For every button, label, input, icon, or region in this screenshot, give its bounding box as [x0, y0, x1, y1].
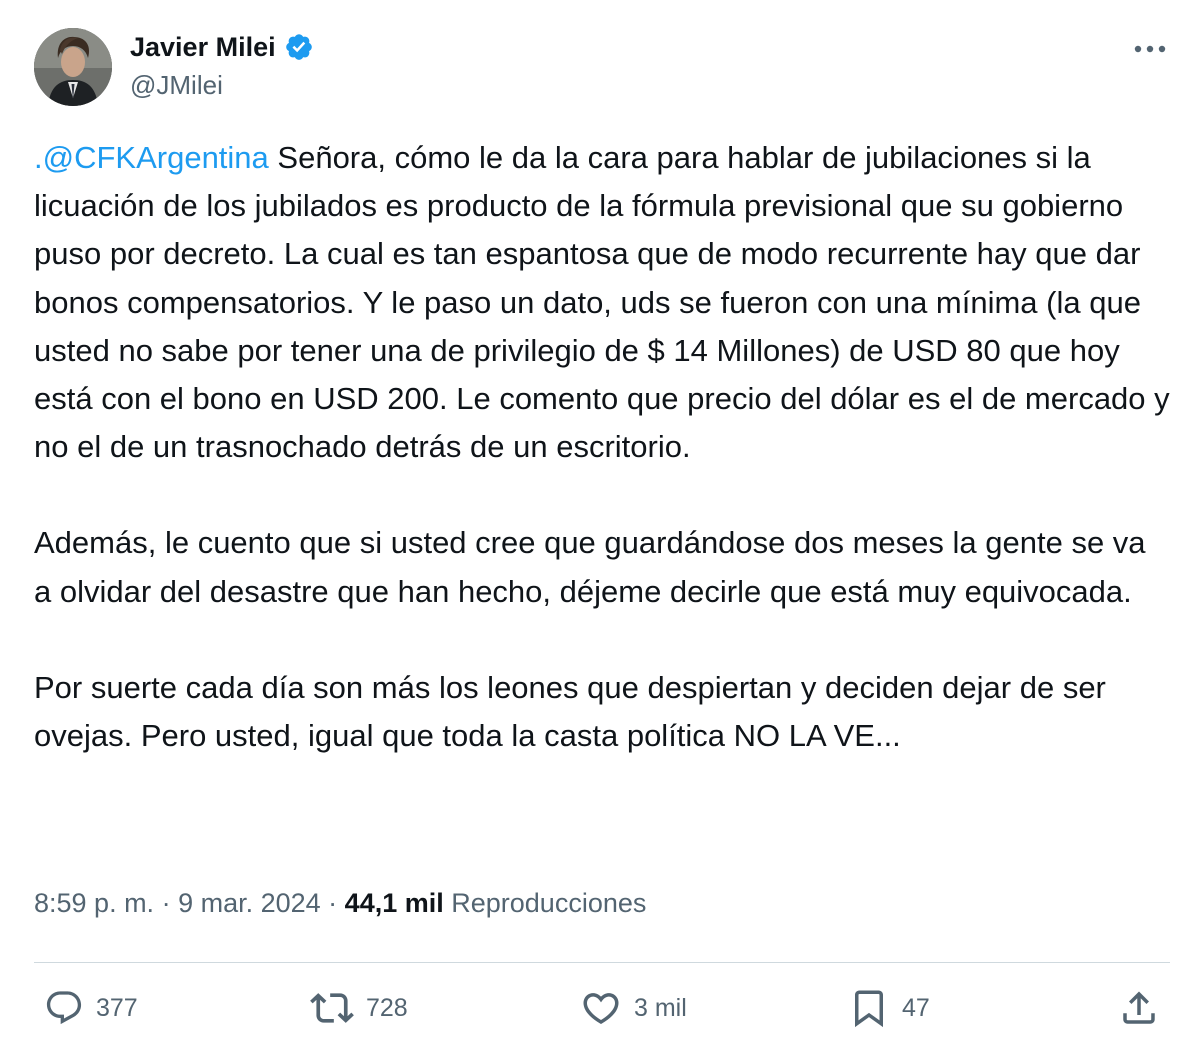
- more-options-button[interactable]: [1130, 34, 1170, 64]
- tweet-paragraph-1-text: Señora, cómo le da la cara para hablar d…: [34, 140, 1170, 465]
- views-count: 44,1 mil: [344, 888, 444, 918]
- avatar[interactable]: [34, 28, 112, 106]
- display-name-row: Javier Milei: [130, 28, 314, 66]
- more-options-icon: [1134, 45, 1166, 53]
- meta-separator: ·: [320, 888, 345, 918]
- like-icon: [583, 993, 619, 1025]
- reply-count: 377: [96, 993, 138, 1022]
- bookmark-icon: [855, 990, 883, 1028]
- repost-count: 728: [366, 993, 408, 1022]
- meta-separator: ·: [154, 888, 179, 918]
- tweet-paragraph-1: .@CFKArgentina Señora, cómo le da la car…: [34, 134, 1170, 471]
- tweet-time[interactable]: 8:59 p. m.: [34, 888, 154, 918]
- like-button[interactable]: 3 mil: [580, 986, 687, 1030]
- repost-icon: [310, 993, 354, 1023]
- bookmark-count: 47: [902, 993, 930, 1022]
- author-names: Javier Milei @JMilei: [130, 28, 314, 101]
- reply-button[interactable]: 377: [44, 986, 138, 1030]
- mention-link[interactable]: .@CFKArgentina: [34, 140, 269, 175]
- tweet-paragraph-3: Por suerte cada día son más los leones q…: [34, 669, 1106, 754]
- divider: [34, 962, 1170, 963]
- verified-badge-icon[interactable]: [284, 32, 314, 62]
- avatar-image: [34, 28, 112, 106]
- repost-button[interactable]: 728: [310, 986, 408, 1030]
- views-label: Reproducciones: [451, 888, 647, 918]
- bookmark-button[interactable]: 47: [848, 986, 930, 1030]
- like-count: 3 mil: [634, 993, 687, 1022]
- reply-icon: [46, 991, 82, 1025]
- tweet-text: .@CFKArgentina Señora, cómo le da la car…: [34, 134, 1170, 808]
- action-bar: 377 728 3 mil 47: [34, 978, 1170, 1038]
- tweet-meta: 8:59 p. m. · 9 mar. 2024 · 44,1 mil Repr…: [34, 888, 646, 919]
- share-icon: [1123, 991, 1155, 1024]
- share-button[interactable]: [1118, 986, 1160, 1030]
- tweet-card: Javier Milei @JMilei .@CFKArgentina Seño…: [0, 0, 1200, 1054]
- tweet-header: Javier Milei @JMilei: [34, 28, 1170, 108]
- display-name[interactable]: Javier Milei: [130, 32, 276, 63]
- tweet-paragraph-2: Además, le cuento que si usted cree que …: [34, 525, 1146, 609]
- tweet-date[interactable]: 9 mar. 2024: [178, 888, 321, 918]
- author-handle[interactable]: @JMilei: [130, 70, 314, 101]
